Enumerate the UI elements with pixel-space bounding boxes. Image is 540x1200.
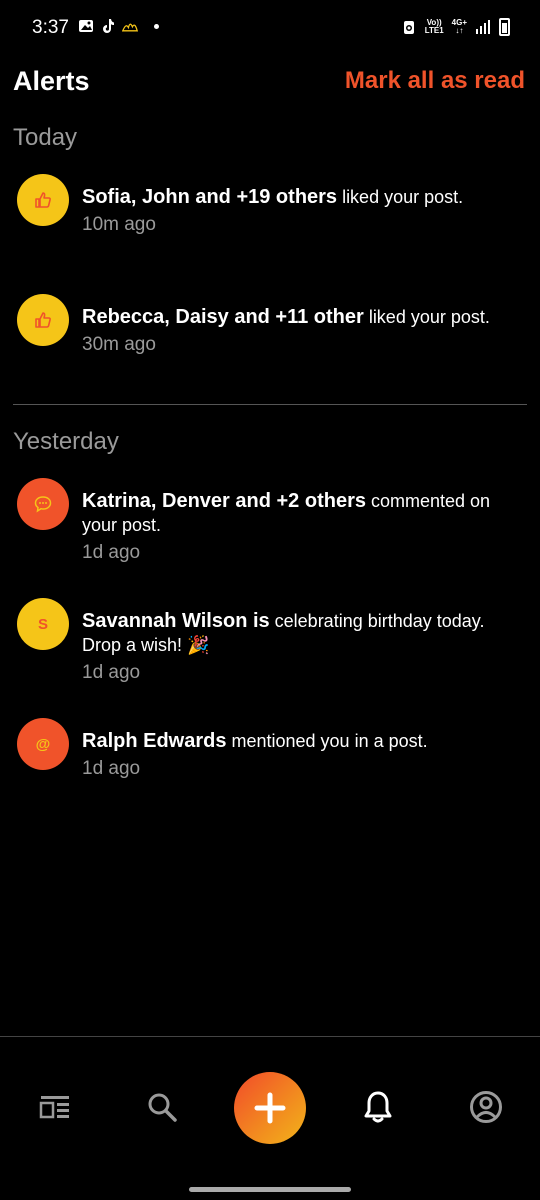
- status-right-icons: Vo)) LTE1 4G+ ↓↑: [401, 18, 510, 36]
- status-left-icons: [78, 18, 159, 34]
- alert-names: Rebecca, Daisy and +11 other: [82, 306, 364, 328]
- nav-search-button[interactable]: [142, 1087, 182, 1127]
- bell-icon: [364, 1091, 392, 1123]
- alert-names: Ralph Edwards: [82, 730, 227, 752]
- data-indicator: 4G+ ↓↑: [451, 18, 467, 35]
- feed-icon: [39, 1096, 69, 1119]
- alert-action: liked your post.: [363, 307, 490, 327]
- alert-text: Savannah Wilson is celebrating birthday …: [82, 609, 522, 685]
- alert-text: Rebecca, Daisy and +11 other liked your …: [82, 305, 522, 357]
- alert-time: 30m ago: [82, 334, 156, 355]
- mark-all-read-button[interactable]: Mark all as read: [345, 67, 525, 95]
- alert-action: mentioned you in a post.: [226, 731, 428, 751]
- home-indicator[interactable]: [189, 1187, 351, 1192]
- tiktok-icon: [103, 19, 114, 33]
- add-icon: [254, 1092, 286, 1124]
- search-icon: [148, 1093, 177, 1122]
- nav-alerts-button[interactable]: [358, 1087, 398, 1127]
- section-yesterday-label: Yesterday: [13, 428, 119, 455]
- more-notifications-dot: [154, 23, 159, 29]
- add-post-button[interactable]: [234, 1072, 306, 1144]
- profile-icon: [470, 1091, 502, 1123]
- comment-icon: [17, 478, 69, 530]
- thumbs-up-icon: [17, 294, 69, 346]
- alert-names: Sofia, John and +19 others: [82, 186, 338, 208]
- thumbs-up-icon: [17, 174, 69, 226]
- status-bar: 3:37 Vo)) LTE1 4G+ ↓↑: [0, 0, 540, 58]
- status-time: 3:37: [32, 17, 69, 38]
- alert-time: 1d ago: [82, 758, 141, 779]
- section-divider: [13, 404, 527, 405]
- section-today-label: Today: [13, 124, 78, 151]
- alert-time: 1d ago: [82, 662, 141, 683]
- page-title: Alerts: [13, 66, 90, 96]
- alert-names: Katrina, Denver and +2 others: [82, 490, 366, 512]
- volte-indicator: Vo)) LTE1: [424, 18, 444, 35]
- header: Alerts Mark all as read: [13, 64, 525, 104]
- alert-time: 1d ago: [82, 542, 141, 563]
- mention-icon: @: [17, 718, 69, 770]
- signal-icon: [476, 20, 490, 34]
- notification-app-icon: [122, 23, 138, 32]
- alert-text: Katrina, Denver and +2 others commented …: [82, 489, 522, 565]
- nav-feed-button[interactable]: [35, 1087, 75, 1127]
- alert-names: Savannah Wilson is: [82, 610, 270, 632]
- birthday-icon: S: [17, 598, 69, 650]
- nav-profile-button[interactable]: [466, 1087, 506, 1127]
- battery-icon: [499, 18, 510, 36]
- alert-time: 10m ago: [82, 214, 156, 235]
- alert-text: Ralph Edwards mentioned you in a post. 1…: [82, 729, 522, 781]
- alert-action: liked your post.: [337, 187, 464, 207]
- gallery-icon: [79, 20, 93, 32]
- alert-text: Sofia, John and +19 others liked your po…: [82, 185, 522, 237]
- alarm-icon: [403, 21, 414, 34]
- bottom-nav: [0, 1037, 540, 1167]
